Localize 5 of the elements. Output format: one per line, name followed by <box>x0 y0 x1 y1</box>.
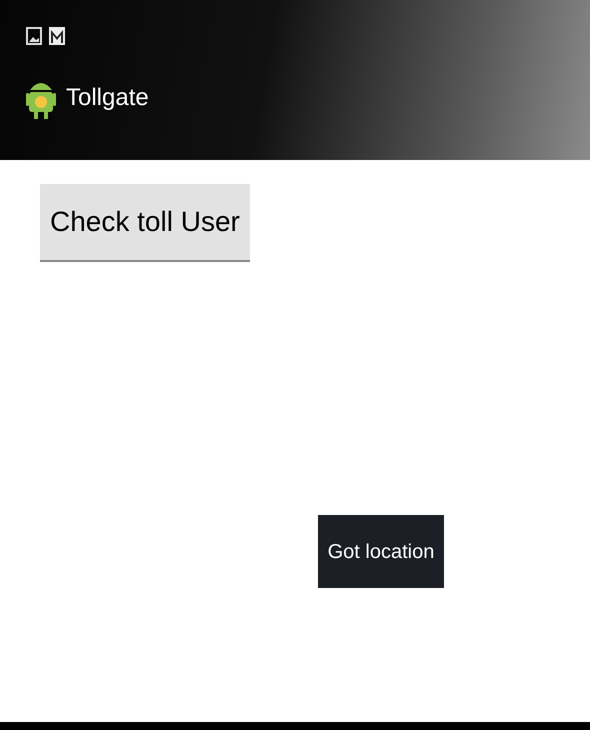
toast: Got location <box>318 515 444 588</box>
mail-icon <box>48 26 66 46</box>
check-toll-user-button[interactable]: Check toll User <box>40 184 250 262</box>
app-title: Tollgate <box>66 83 149 113</box>
picture-icon <box>26 27 42 45</box>
